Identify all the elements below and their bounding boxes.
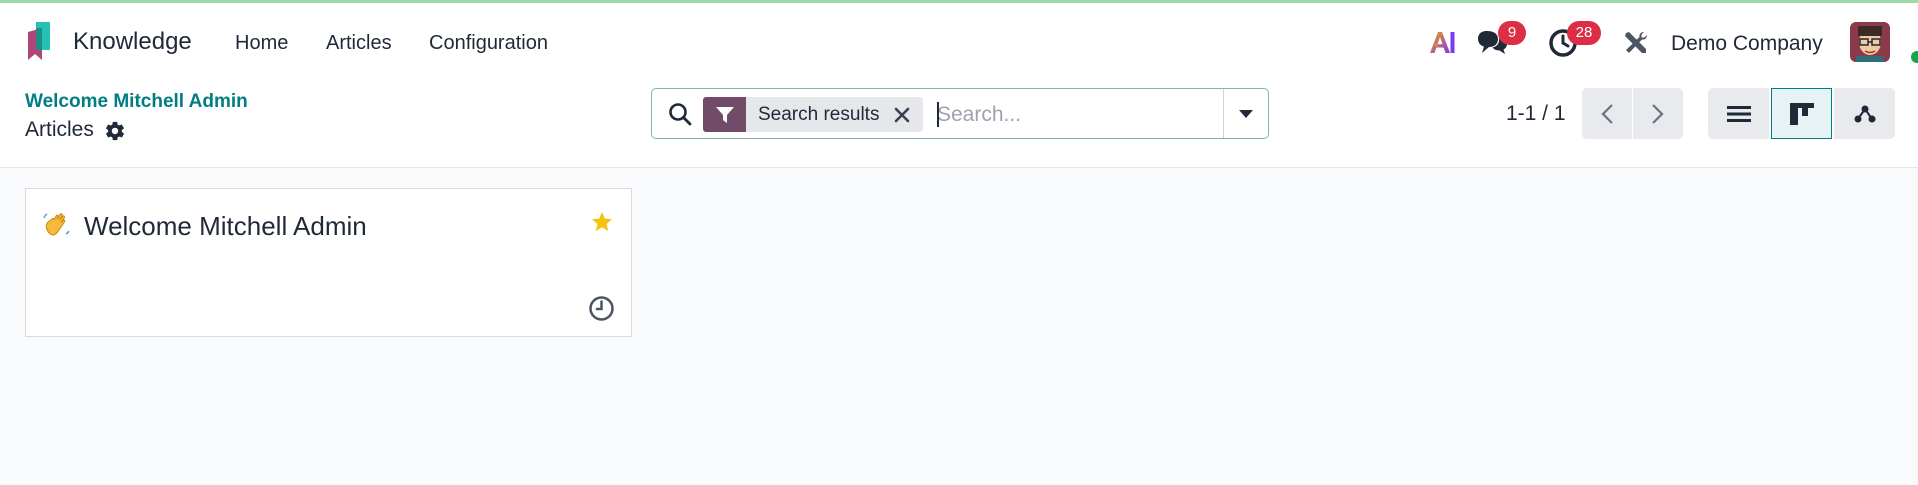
search-icon[interactable] — [667, 101, 693, 127]
kanban-icon — [1789, 102, 1814, 125]
company-switcher[interactable]: Demo Company — [1671, 32, 1823, 56]
article-card[interactable]: Welcome Mitchell Admin — [25, 188, 632, 337]
tools-icon[interactable] — [1622, 29, 1650, 57]
nav-articles[interactable]: Articles — [326, 32, 392, 55]
app-name[interactable]: Knowledge — [73, 28, 192, 56]
kanban-view-button[interactable] — [1771, 88, 1832, 139]
hierarchy-view-button[interactable] — [1834, 88, 1895, 139]
clock-icon[interactable] — [588, 295, 615, 322]
pager-next-button[interactable] — [1633, 88, 1683, 139]
caret-down-icon — [1239, 109, 1253, 118]
star-icon[interactable] — [590, 210, 614, 234]
control-panel: Welcome Mitchell Admin Articles Search r… — [0, 81, 1918, 168]
user-avatar[interactable] — [1850, 22, 1890, 62]
breadcrumb-parent-link[interactable]: Welcome Mitchell Admin — [25, 91, 248, 113]
article-emoji — [42, 210, 72, 240]
nav-home[interactable]: Home — [235, 32, 288, 55]
ai-icon[interactable] — [1428, 28, 1456, 56]
filter-icon — [703, 97, 746, 132]
article-title[interactable]: Welcome Mitchell Admin — [84, 211, 367, 242]
pager-value[interactable]: 1-1 / 1 — [1506, 102, 1566, 126]
close-icon[interactable] — [893, 106, 911, 124]
page-title: Articles — [25, 118, 94, 141]
chevron-left-icon — [1601, 103, 1613, 124]
search-input[interactable] — [937, 97, 1227, 132]
nav-configuration[interactable]: Configuration — [429, 32, 548, 55]
waving-hand-icon — [43, 213, 70, 236]
online-status-dot — [1909, 49, 1918, 65]
facet-body: Search results — [746, 97, 924, 132]
list-icon — [1726, 105, 1751, 122]
hierarchy-icon — [1854, 105, 1875, 122]
facet-label: Search results — [758, 103, 880, 125]
main-navbar: Knowledge Home Articles Configuration 9 … — [0, 3, 1918, 81]
knowledge-app-icon[interactable] — [24, 20, 56, 64]
activity-count-badge: 28 — [1567, 21, 1601, 45]
chat-count-badge: 9 — [1498, 21, 1526, 45]
list-view-button[interactable] — [1708, 88, 1769, 139]
gear-icon[interactable] — [104, 120, 126, 142]
search-facet: Search results — [703, 97, 924, 132]
text-caret — [937, 102, 939, 127]
search-bar: Search results — [651, 88, 1269, 139]
pager-previous-button[interactable] — [1582, 88, 1632, 139]
chevron-right-icon — [1652, 103, 1664, 124]
search-options-toggle[interactable] — [1224, 89, 1268, 138]
